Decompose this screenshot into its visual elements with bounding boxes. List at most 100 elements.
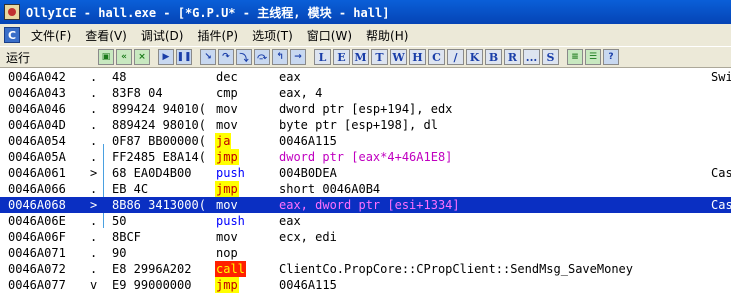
- menu-options[interactable]: 选项(T): [245, 27, 300, 44]
- row-marker: >: [90, 166, 98, 180]
- close-icon[interactable]: ×: [134, 49, 150, 65]
- disassembly-pane[interactable]: 0046A042 . 48 dec eax Swi 0046A043 . 83F…: [0, 68, 731, 299]
- mnemonic: dec: [216, 70, 238, 84]
- address: 0046A061: [8, 166, 66, 180]
- hex-bytes: 50: [112, 214, 127, 228]
- operands: ecx, edi: [279, 230, 337, 244]
- cpu-button[interactable]: C: [428, 49, 445, 65]
- disasm-row[interactable]: 0046A061 > 68 EA0D4B00 push 004B0DEA Cas: [0, 165, 731, 181]
- row-marker: .: [90, 102, 98, 116]
- memory-map-button[interactable]: M: [352, 49, 369, 65]
- mnemonic: mov: [216, 198, 238, 212]
- mnemonic: jmp: [215, 277, 239, 293]
- patches-button[interactable]: /: [447, 49, 464, 65]
- disasm-row[interactable]: 0046A05A . FF2485 E8A14( jmp dword ptr […: [0, 149, 731, 165]
- references-button[interactable]: R: [504, 49, 521, 65]
- operands: ClientCo.PropCore::CPropClient::SendMsg_…: [279, 262, 634, 276]
- address: 0046A066: [8, 182, 66, 196]
- executable-modules-button[interactable]: E: [333, 49, 350, 65]
- operands: short 0046A0B4: [279, 182, 381, 196]
- disasm-row[interactable]: 0046A06F . 8BCF mov ecx, edi: [0, 229, 731, 245]
- operands: dword ptr [esp+194], edx: [279, 102, 453, 116]
- restart-icon[interactable]: «: [116, 49, 132, 65]
- disasm-row[interactable]: 0046A046 . 899424 94010( mov dword ptr […: [0, 101, 731, 117]
- hex-bytes: EB 4C: [112, 182, 149, 196]
- address: 0046A054: [8, 134, 66, 148]
- operands: eax, dword ptr [esi+1334]: [279, 198, 460, 212]
- run-icon[interactable]: ▶: [158, 49, 174, 65]
- row-marker: v: [90, 278, 98, 292]
- operands: byte ptr [esp+198], dl: [279, 118, 438, 132]
- mnemonic: call: [215, 261, 246, 277]
- mnemonic: jmp: [215, 181, 239, 197]
- row-marker: .: [90, 262, 98, 276]
- execute-till-return-icon[interactable]: ↰: [272, 49, 288, 65]
- operands: 004B0DEA: [279, 166, 337, 180]
- menu-view[interactable]: 查看(V): [78, 27, 134, 44]
- disasm-row[interactable]: 0046A042 . 48 dec eax Swi: [0, 69, 731, 85]
- windows-button[interactable]: W: [390, 49, 407, 65]
- operands: 0046A115: [279, 134, 337, 148]
- window-title: OllyICE - hall.exe - [*G.P.U* - 主线程, 模块 …: [26, 5, 390, 20]
- disasm-row[interactable]: 0046A04D . 889424 98010( mov byte ptr [e…: [0, 117, 731, 133]
- options-icon[interactable]: ☰: [585, 49, 601, 65]
- hex-bytes: FF2485 E8A14(: [112, 150, 206, 164]
- mnemonic: jmp: [215, 149, 239, 165]
- goto-icon[interactable]: →: [290, 49, 306, 65]
- call-stack-button[interactable]: K: [466, 49, 483, 65]
- address: 0046A071: [8, 246, 66, 260]
- hex-bytes: 68 EA0D4B00: [112, 166, 192, 180]
- menu-file[interactable]: 文件(F): [24, 27, 78, 44]
- help-icon[interactable]: ?: [603, 49, 619, 65]
- source-button[interactable]: S: [542, 49, 559, 65]
- list-icon[interactable]: ≡: [567, 49, 583, 65]
- toolbar: 运行 ▣ « × ▶ ❚❚ ↘ ↷ ⤵ ⤼ ↰ → L E M T W H C …: [0, 46, 731, 68]
- app-icon[interactable]: [4, 4, 20, 20]
- threads-button[interactable]: T: [371, 49, 388, 65]
- mnemonic: mov: [216, 230, 238, 244]
- step-over-icon[interactable]: ↷: [218, 49, 234, 65]
- disasm-row[interactable]: 0046A043 . 83F8 04 cmp eax, 4: [0, 85, 731, 101]
- disasm-row[interactable]: 0046A071 . 90 nop: [0, 245, 731, 261]
- address: 0046A06F: [8, 230, 66, 244]
- row-marker: .: [90, 86, 98, 100]
- handles-button[interactable]: H: [409, 49, 426, 65]
- address: 0046A046: [8, 102, 66, 116]
- run-trace-button[interactable]: ...: [523, 49, 540, 65]
- pause-icon[interactable]: ❚❚: [176, 49, 192, 65]
- mnemonic: push: [216, 214, 245, 228]
- menu-bar: C 文件(F) 查看(V) 调试(D) 插件(P) 选项(T) 窗口(W) 帮助…: [0, 24, 731, 46]
- disasm-row[interactable]: 0046A072 . E8 2996A202 call ClientCo.Pro…: [0, 261, 731, 277]
- open-icon[interactable]: ▣: [98, 49, 114, 65]
- disasm-row[interactable]: 0046A054 . 0F87 BB00000( ja 0046A115: [0, 133, 731, 149]
- trace-over-icon[interactable]: ⤼: [254, 49, 270, 65]
- hex-bytes: E8 2996A202: [112, 262, 192, 276]
- step-into-icon[interactable]: ↘: [200, 49, 216, 65]
- hex-bytes: 83F8 04: [112, 86, 163, 100]
- menu-debug[interactable]: 调试(D): [134, 27, 191, 44]
- menu-help[interactable]: 帮助(H): [359, 27, 415, 44]
- address: 0046A042: [8, 70, 66, 84]
- row-marker: .: [90, 150, 98, 164]
- system-menu-icon[interactable]: C: [4, 27, 20, 43]
- address: 0046A072: [8, 262, 66, 276]
- address: 0046A077: [8, 278, 66, 292]
- hex-bytes: 8B86 3413000(: [112, 198, 206, 212]
- row-marker: .: [90, 118, 98, 132]
- breakpoints-button[interactable]: B: [485, 49, 502, 65]
- trace-into-icon[interactable]: ⤵: [236, 49, 252, 65]
- disasm-row-selected[interactable]: 0046A068 > 8B86 3413000( mov eax, dword …: [0, 197, 731, 213]
- comment: Swi: [711, 70, 731, 84]
- mnemonic: mov: [216, 118, 238, 132]
- hex-bytes: E9 99000000: [112, 278, 192, 292]
- row-marker: .: [90, 230, 98, 244]
- menu-plugins[interactable]: 插件(P): [190, 27, 245, 44]
- disasm-row[interactable]: 0046A066 . EB 4C jmp short 0046A0B4: [0, 181, 731, 197]
- menu-window[interactable]: 窗口(W): [300, 27, 359, 44]
- disasm-row[interactable]: 0046A06E . 50 push eax: [0, 213, 731, 229]
- row-marker: .: [90, 246, 98, 260]
- disasm-row[interactable]: 0046A077 v E9 99000000 jmp 0046A115: [0, 277, 731, 293]
- log-window-button[interactable]: L: [314, 49, 331, 65]
- mnemonic: cmp: [216, 86, 238, 100]
- operands: dword ptr [eax*4+46A1E8]: [279, 150, 453, 164]
